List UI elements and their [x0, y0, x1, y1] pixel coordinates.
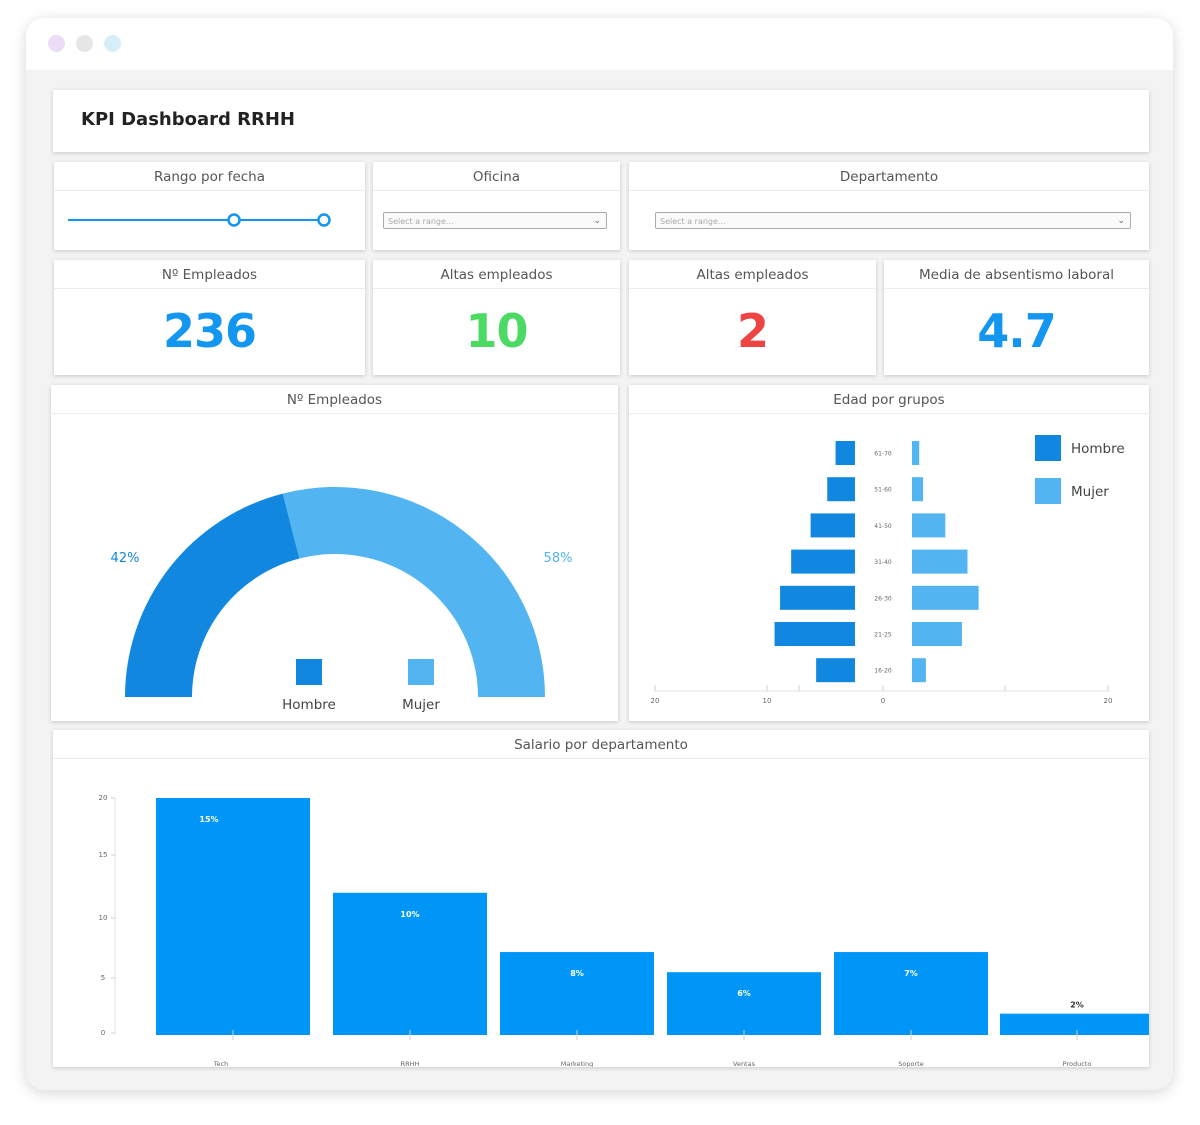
legend-label-mujer: Mujer [402, 697, 440, 713]
dashboard-title: KPI Dashboard RRHH [81, 109, 295, 130]
kpi-card-new-hires-2: Altas empleados 2 [629, 260, 876, 375]
office-filter: Oficina Select a range... ⌄ [373, 162, 620, 250]
bar-data-label: 7% [904, 969, 918, 978]
bar-data-label: 15% [199, 815, 218, 824]
bar-mujer [912, 513, 946, 538]
bar-hombre [827, 477, 855, 502]
bar-mujer [912, 441, 920, 465]
slice-label-hombre: 42% [111, 551, 140, 566]
age-category-label: 41-50 [874, 523, 892, 530]
department-filter: Departamento Select a range... ⌄ [629, 162, 1149, 250]
office-select[interactable]: Select a range... ⌄ [383, 212, 607, 229]
x-category-label: Tech [213, 1060, 229, 1067]
kpi-value: 10 [465, 304, 528, 358]
date-range-slider[interactable] [54, 162, 365, 250]
y-tick-label: 15 [99, 851, 108, 859]
y-tick-label: 0 [101, 1029, 105, 1037]
kpi-label: Media de absentismo laboral [884, 260, 1149, 289]
legend-swatch-hombre [1035, 435, 1061, 461]
y-tick-label: 10 [99, 914, 108, 922]
window-minimize-dot[interactable] [76, 35, 93, 52]
bar-hombre [774, 622, 855, 646]
salary-bar [500, 952, 654, 1035]
gender-donut-chart: 42% 58% Hombre Mujer [111, 487, 573, 713]
kpi-label: Altas empleados [373, 260, 620, 289]
age-category-label: 16-20 [874, 668, 892, 675]
x-tick-label: 20 [1104, 697, 1113, 705]
y-tick-label: 20 [99, 794, 108, 802]
range-end-handle[interactable] [317, 213, 331, 227]
department-select[interactable]: Select a range... ⌄ [655, 212, 1131, 229]
age-groups-card: Edad por grupos 61-70 51-60 41-50 31-40 26-3… [629, 385, 1149, 721]
kpi-label: Nº Empleados [54, 260, 365, 289]
employees-gender-card: Nº Empleados 42% 58% Hombre Mujer [51, 385, 618, 721]
salary-bar [1000, 1013, 1149, 1035]
kpi-card-employees: Nº Empleados 236 [54, 260, 365, 375]
department-label: Departamento [629, 162, 1149, 191]
salary-bar [156, 798, 310, 1035]
kpi-value: 2 [736, 304, 769, 358]
bar-hombre [835, 441, 855, 465]
kpi-card-absenteeism: Media de absentismo laboral 4.7 [884, 260, 1149, 375]
bar-hombre [780, 585, 855, 610]
age-category-label: 51-60 [874, 487, 892, 494]
chevron-down-icon: ⌄ [1117, 216, 1125, 226]
x-tick-label: 0 [881, 697, 885, 705]
bar-data-label: 10% [400, 910, 419, 919]
chevron-down-icon: ⌄ [593, 216, 601, 226]
bar-mujer [912, 477, 924, 502]
kpi-label: Altas empleados [629, 260, 876, 289]
age-category-label: 26-30 [874, 595, 892, 602]
bar-mujer [912, 622, 962, 646]
kpi-value: 236 [162, 304, 257, 358]
x-category-label: Soporte [898, 1060, 923, 1067]
x-category-label: RRHH [401, 1060, 420, 1067]
bar-mujer [912, 549, 968, 574]
legend-label-mujer: Mujer [1071, 484, 1109, 500]
legend-swatch-hombre [296, 659, 322, 685]
bar-hombre [810, 513, 855, 538]
bar-mujer [912, 658, 926, 683]
age-pyramid-chart: 61-70 51-60 41-50 31-40 26-30 21-25 16-20 20 10 0… [651, 435, 1125, 705]
kpi-card-new-hires: Altas empleados 10 [373, 260, 620, 375]
x-category-label: Ventas [733, 1060, 756, 1067]
bar-data-label: 6% [737, 989, 751, 998]
browser-window: KPI Dashboard RRHH Rango por fecha Ofici… [26, 18, 1173, 1090]
bar-mujer [912, 585, 979, 610]
x-category-label: Producto [1063, 1060, 1092, 1067]
legend-label-hombre: Hombre [282, 697, 336, 713]
salary-card: Salario por departamento 20 15 10 5 0 15% Tech… [53, 730, 1149, 1067]
window-close-dot[interactable] [48, 35, 65, 52]
x-tick-label: 20 [651, 697, 660, 705]
x-category-label: Marketing [561, 1060, 593, 1067]
window-titlebar [26, 18, 1173, 70]
office-label: Oficina [373, 162, 620, 191]
kpi-value: 4.7 [977, 304, 1057, 358]
salary-bar-chart: 20 15 10 5 0 15% Tech 10% RRHH 8% Marketing 6% Venta… [99, 794, 1149, 1067]
range-start-handle[interactable] [227, 213, 241, 227]
dashboard-header: KPI Dashboard RRHH [53, 90, 1149, 152]
bar-data-label: 8% [570, 969, 584, 978]
salary-bar [834, 952, 988, 1035]
legend-swatch-mujer [1035, 478, 1061, 504]
slice-label-mujer: 58% [544, 551, 573, 566]
legend-swatch-mujer [408, 659, 434, 685]
donut-slice-hombre [125, 493, 300, 697]
age-category-label: 31-40 [874, 559, 892, 566]
department-select-placeholder: Select a range... [660, 217, 726, 226]
bar-hombre [791, 549, 855, 574]
age-category-label: 21-25 [874, 632, 892, 639]
salary-bar [667, 972, 821, 1035]
y-tick-label: 5 [101, 974, 105, 982]
date-range-filter: Rango por fecha [54, 162, 365, 250]
window-maximize-dot[interactable] [104, 35, 121, 52]
bar-data-label: 2% [1070, 1001, 1084, 1010]
age-category-label: 61-70 [874, 451, 892, 458]
x-tick-label: 10 [763, 697, 772, 705]
office-select-placeholder: Select a range... [388, 217, 454, 226]
bar-hombre [816, 658, 855, 683]
legend-label-hombre: Hombre [1071, 441, 1125, 457]
